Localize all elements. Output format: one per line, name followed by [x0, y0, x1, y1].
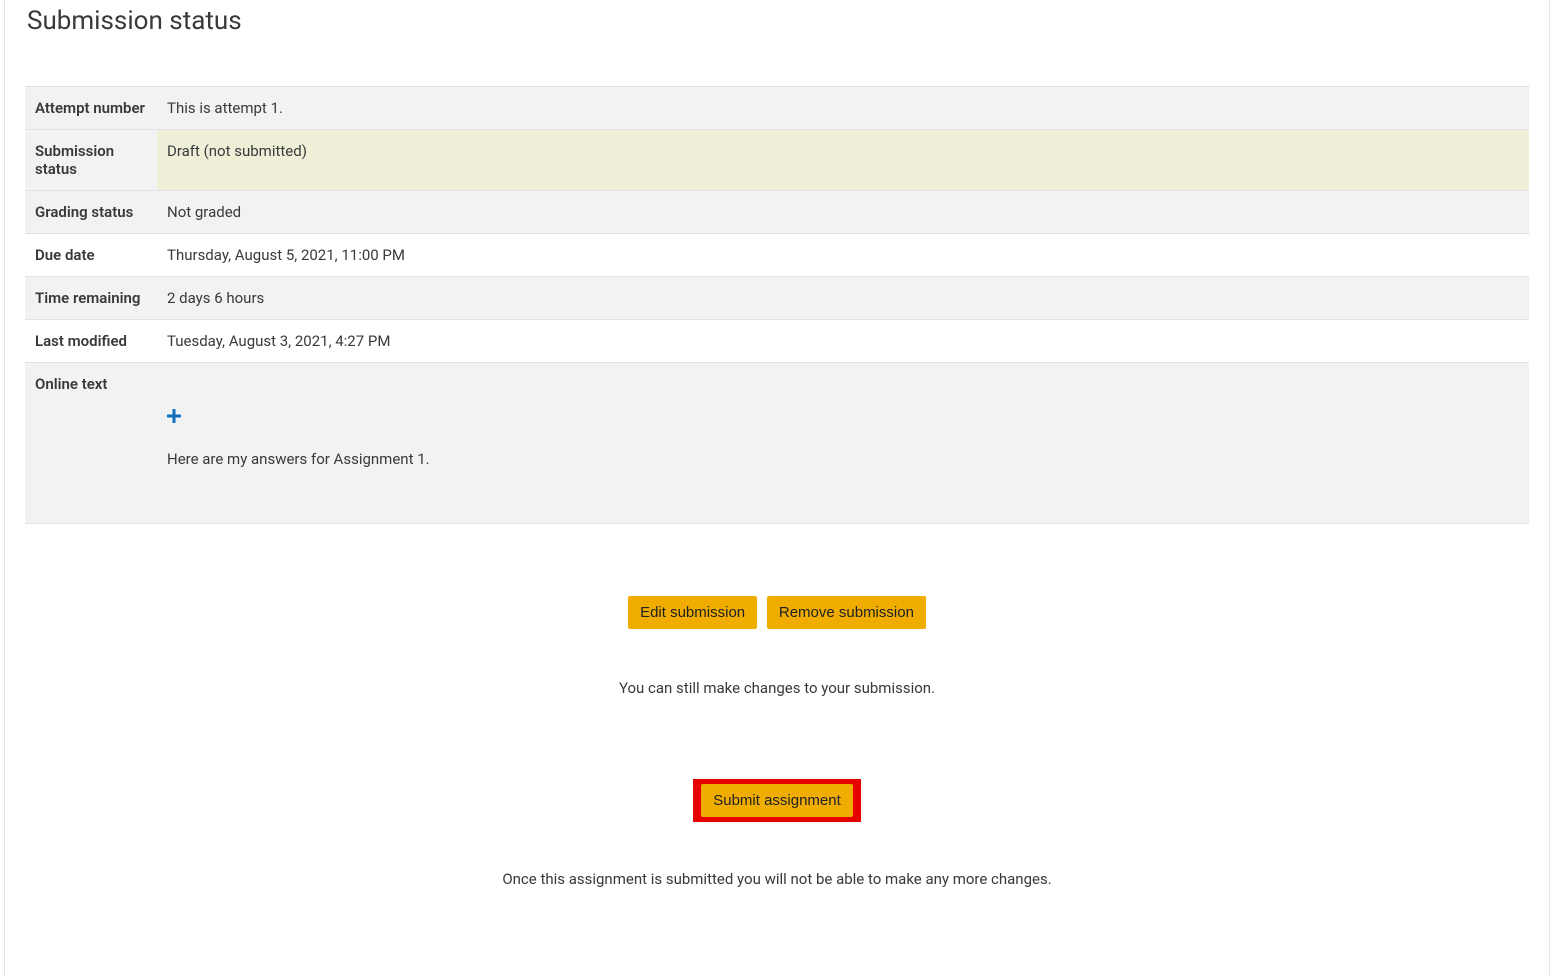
submit-highlight-box: Submit assignment: [693, 779, 861, 822]
row-submission-status: Submission status Draft (not submitted): [25, 130, 1529, 191]
value-online-text-cell: Here are my answers for Assignment 1.: [157, 363, 1529, 524]
edit-submission-button[interactable]: Edit submission: [628, 596, 757, 629]
label-online-text: Online text: [25, 363, 157, 524]
can-still-change-message: You can still make changes to your submi…: [25, 679, 1529, 697]
label-due-date: Due date: [25, 234, 157, 277]
row-online-text: Online text Here are my answers for Assi…: [25, 363, 1529, 524]
row-time-remaining: Time remaining 2 days 6 hours: [25, 277, 1529, 320]
value-last-modified: Tuesday, August 3, 2021, 4:27 PM: [157, 320, 1529, 363]
value-submission-status: Draft (not submitted): [157, 130, 1529, 191]
submit-row: Submit assignment: [25, 779, 1529, 822]
row-last-modified: Last modified Tuesday, August 3, 2021, 4…: [25, 320, 1529, 363]
label-attempt-number: Attempt number: [25, 87, 157, 130]
remove-submission-button[interactable]: Remove submission: [767, 596, 926, 629]
submit-assignment-button[interactable]: Submit assignment: [701, 784, 853, 817]
edit-remove-button-row: Edit submission Remove submission: [25, 596, 1529, 629]
page-title: Submission status: [25, 0, 1529, 86]
value-due-date: Thursday, August 5, 2021, 11:00 PM: [157, 234, 1529, 277]
label-submission-status: Submission status: [25, 130, 157, 191]
submission-status-table: Attempt number This is attempt 1. Submis…: [25, 86, 1529, 524]
expand-text-icon[interactable]: [167, 408, 181, 428]
label-time-remaining: Time remaining: [25, 277, 157, 320]
row-grading-status: Grading status Not graded: [25, 191, 1529, 234]
value-time-remaining: 2 days 6 hours: [157, 277, 1529, 320]
label-last-modified: Last modified: [25, 320, 157, 363]
row-attempt-number: Attempt number This is attempt 1.: [25, 87, 1529, 130]
label-grading-status: Grading status: [25, 191, 157, 234]
value-grading-status: Not graded: [157, 191, 1529, 234]
row-due-date: Due date Thursday, August 5, 2021, 11:00…: [25, 234, 1529, 277]
plus-icon: [167, 409, 181, 423]
online-text-content: Here are my answers for Assignment 1.: [167, 450, 1519, 468]
value-attempt-number: This is attempt 1.: [157, 87, 1529, 130]
submission-status-page: Submission status Attempt number This is…: [4, 0, 1550, 977]
once-submitted-message: Once this assignment is submitted you wi…: [25, 870, 1529, 888]
